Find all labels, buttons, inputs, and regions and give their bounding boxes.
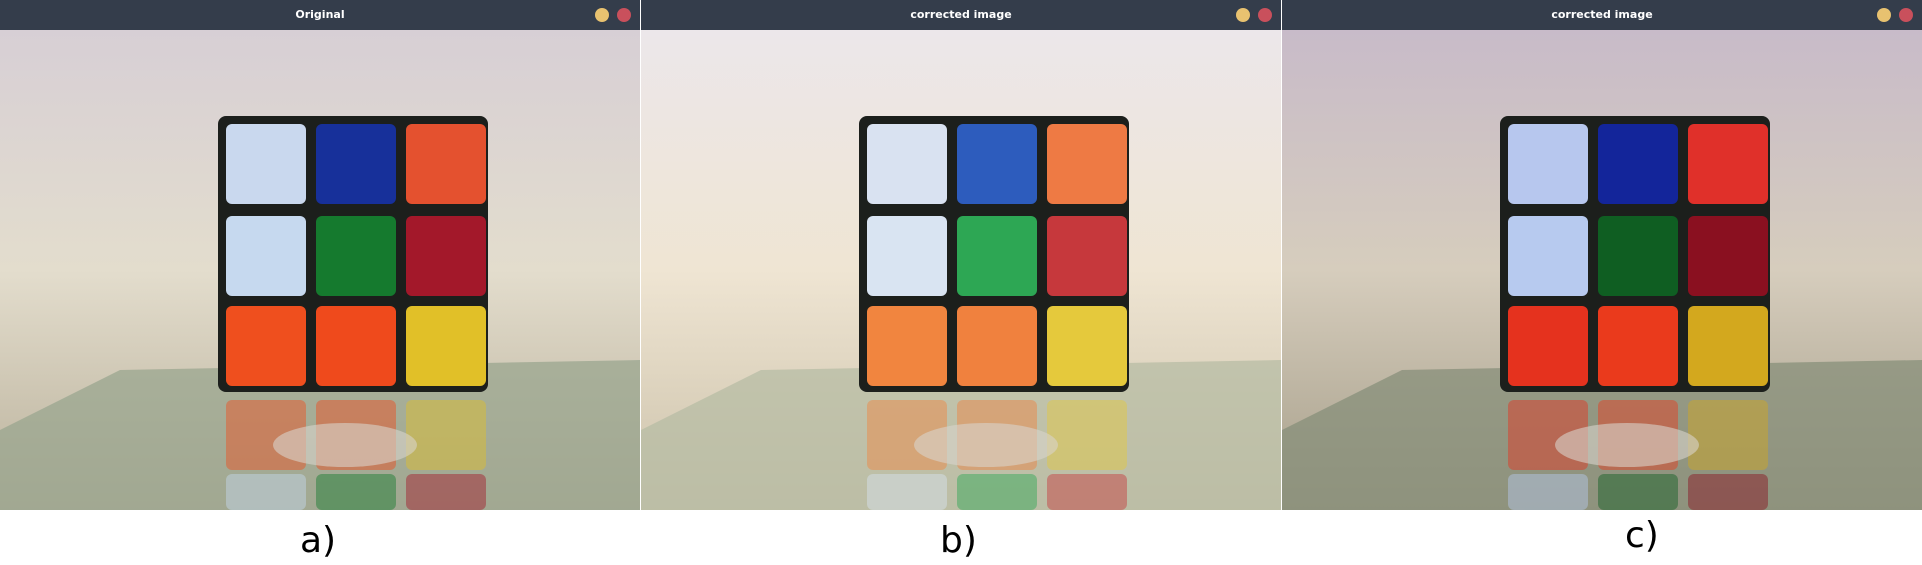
window-title: corrected image (910, 8, 1012, 21)
close-icon[interactable] (1258, 8, 1272, 22)
cube-image (0, 30, 640, 510)
cube-sticker (1508, 124, 1588, 204)
cube-sticker (406, 306, 486, 386)
cube-sticker (316, 306, 396, 386)
window-title: corrected image (1551, 8, 1653, 21)
cube-sticker (1508, 306, 1588, 386)
image-viewport (1282, 30, 1922, 510)
cube-sticker (1598, 124, 1678, 204)
image-viewport (641, 30, 1281, 510)
cube-sticker (1047, 216, 1127, 296)
window-title: Original (295, 8, 345, 21)
cube-sticker (957, 216, 1037, 296)
minimize-icon[interactable] (595, 8, 609, 22)
cube-sticker (406, 216, 486, 296)
title-bar: Original (0, 0, 640, 30)
minimize-icon[interactable] (1877, 8, 1891, 22)
cube-sticker (1047, 124, 1127, 204)
window-corrected-1: corrected image (641, 0, 1281, 510)
cube-sticker (1598, 306, 1678, 386)
caption-c: c) (1625, 515, 1659, 556)
window-corrected-2: corrected image (1282, 0, 1922, 510)
close-icon[interactable] (1899, 8, 1913, 22)
cube-sticker (957, 124, 1037, 204)
title-bar: corrected image (641, 0, 1281, 30)
cube-sticker (1688, 306, 1768, 386)
cube-sticker (1688, 124, 1768, 204)
stand-reflection (914, 423, 1058, 467)
cube-sticker (226, 216, 306, 296)
caption-a: a) (300, 520, 337, 561)
cube-image (641, 30, 1281, 510)
title-bar: corrected image (1282, 0, 1922, 30)
cube-sticker (1508, 216, 1588, 296)
stand-reflection (273, 423, 417, 467)
cube-sticker (316, 216, 396, 296)
minimize-icon[interactable] (1236, 8, 1250, 22)
cube-sticker (957, 306, 1037, 386)
caption-b: b) (940, 520, 977, 561)
cube-sticker (1598, 216, 1678, 296)
close-icon[interactable] (617, 8, 631, 22)
image-viewport (0, 30, 640, 510)
cube-sticker (226, 124, 306, 204)
cube-sticker (867, 216, 947, 296)
window-original: Original (0, 0, 640, 510)
cube-sticker (1688, 216, 1768, 296)
cube-image (1282, 30, 1922, 510)
cube-sticker (316, 124, 396, 204)
cube-sticker (406, 124, 486, 204)
stand-reflection (1555, 423, 1699, 467)
cube-sticker (1047, 306, 1127, 386)
cube-sticker (867, 124, 947, 204)
cube-sticker (867, 306, 947, 386)
cube-sticker (226, 306, 306, 386)
